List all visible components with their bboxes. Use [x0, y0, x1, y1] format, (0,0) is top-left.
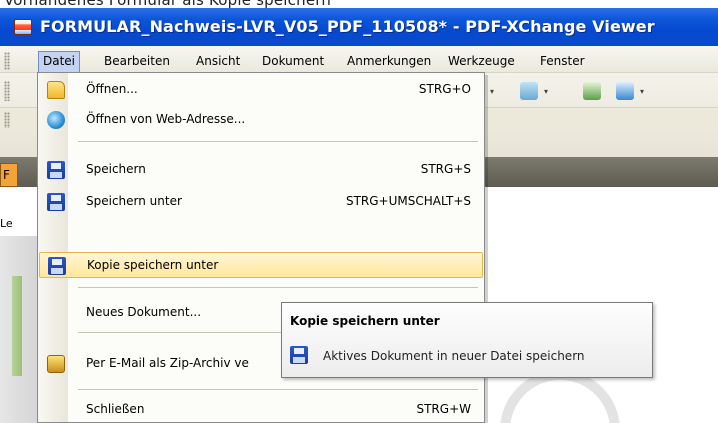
- back-icon[interactable]: [520, 82, 538, 100]
- globe-icon: [47, 111, 65, 129]
- menu-item-shortcut: STRG+W: [416, 402, 471, 416]
- menu-item-label: Kopie speichern unter: [87, 258, 219, 272]
- menu-werkzeuge[interactable]: Werkzeuge: [448, 51, 515, 72]
- menu-item-kopie-speichern-unter[interactable]: Kopie speichern unter: [39, 252, 483, 278]
- tooltip-title: Kopie speichern unter: [290, 314, 440, 328]
- menu-separator: [78, 389, 478, 390]
- menu-bar: Datei Bearbeiten Ansicht Dokument Anmerk…: [0, 46, 718, 73]
- toolbar-grip-2[interactable]: [4, 112, 10, 128]
- document-tab[interactable]: F: [0, 163, 18, 187]
- menu-ansicht[interactable]: Ansicht: [196, 51, 240, 72]
- toolbar-grip[interactable]: [4, 81, 10, 101]
- floppy-disk-icon: [47, 193, 65, 211]
- floppy-disk-icon: [47, 161, 65, 179]
- panel-bar: [12, 276, 22, 376]
- refresh-icon[interactable]: [583, 82, 601, 100]
- menu-dokument[interactable]: Dokument: [262, 51, 324, 72]
- menu-datei[interactable]: Datei: [38, 51, 81, 72]
- caption-text: Vorhandenes Formular als Kopie speichern: [4, 0, 331, 8]
- menu-item-label: Speichern: [86, 162, 146, 176]
- folder-open-icon: [47, 81, 65, 99]
- tooltip: Kopie speichern unter Aktives Dokument i…: [281, 302, 653, 378]
- back-dropdown-icon[interactable]: ▾: [544, 87, 548, 96]
- rotate-icon[interactable]: [616, 82, 634, 100]
- menu-item-speichern-unter[interactable]: Speichern unter STRG+UMSCHALT+S: [39, 189, 483, 215]
- tooltip-description: Aktives Dokument in neuer Datei speicher…: [323, 349, 585, 363]
- rotate-dropdown-icon[interactable]: ▾: [640, 87, 644, 96]
- zip-mail-icon: [47, 355, 65, 373]
- left-panel: [0, 236, 40, 423]
- open-dropdown-icon[interactable]: ▾: [490, 87, 494, 96]
- menu-item-label: Neues Dokument...: [86, 305, 202, 319]
- floppy-disk-icon: [290, 346, 308, 364]
- menu-item-oeffnen[interactable]: Öffnen... STRG+O: [39, 77, 483, 103]
- menu-anmerkungen[interactable]: Anmerkungen: [347, 51, 431, 72]
- menu-item-oeffnen-web[interactable]: Öffnen von Web-Adresse...: [39, 107, 483, 133]
- title-bar: FORMULAR_Nachweis-LVR_V05_PDF_110508* - …: [0, 8, 718, 46]
- menu-item-label: Schließen: [86, 402, 145, 416]
- menu-bearbeiten[interactable]: Bearbeiten: [104, 51, 170, 72]
- menu-item-label: Öffnen...: [86, 82, 138, 96]
- menu-fenster[interactable]: Fenster: [540, 51, 585, 72]
- menu-item-label: Per E-Mail als Zip-Archiv ve: [86, 356, 249, 370]
- menu-item-speichern[interactable]: Speichern STRG+S: [39, 157, 483, 183]
- menu-item-schliessen[interactable]: Schließen STRG+W: [39, 397, 483, 423]
- window-title: FORMULAR_Nachweis-LVR_V05_PDF_110508* - …: [40, 17, 655, 36]
- menu-separator: [78, 287, 478, 288]
- menu-item-shortcut: STRG+UMSCHALT+S: [345, 194, 471, 208]
- menubar-grip[interactable]: [4, 52, 10, 70]
- menu-item-label: Öffnen von Web-Adresse...: [86, 112, 246, 126]
- menu-item-shortcut: STRG+O: [418, 82, 471, 96]
- app-icon[interactable]: [14, 19, 32, 35]
- floppy-disk-icon: [48, 257, 66, 275]
- menu-item-shortcut: STRG+S: [420, 162, 471, 176]
- caption-strip: Vorhandenes Formular als Kopie speichern: [0, 0, 718, 8]
- menu-separator: [78, 141, 478, 142]
- panel-label: Le: [0, 217, 13, 230]
- menu-item-label: Speichern unter: [86, 194, 182, 208]
